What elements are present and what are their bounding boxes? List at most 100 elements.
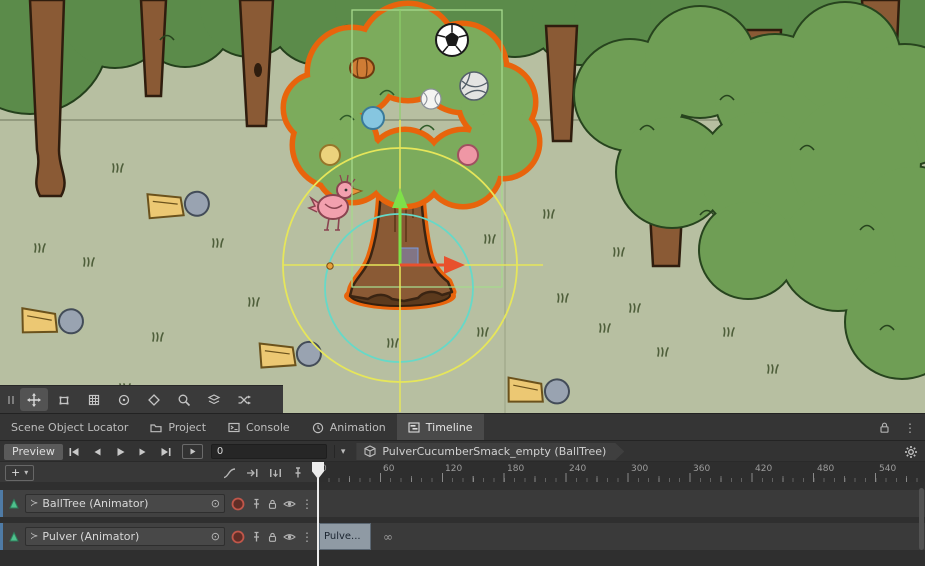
caret-down-icon: ▾ bbox=[24, 469, 28, 477]
volleyball[interactable] bbox=[460, 72, 488, 100]
ruler-major-ticks bbox=[318, 473, 925, 482]
lock-icon[interactable] bbox=[878, 421, 891, 434]
shuffle-tool-button[interactable] bbox=[230, 388, 258, 411]
tab-label: Console bbox=[246, 421, 290, 434]
preview-toggle-button[interactable]: Preview bbox=[4, 444, 63, 460]
ruler-label: 120 bbox=[445, 464, 462, 474]
lock-icon[interactable] bbox=[267, 531, 278, 543]
rect-tool-button[interactable] bbox=[50, 388, 78, 411]
scene-viewport[interactable] bbox=[0, 0, 925, 413]
previous-frame-button[interactable] bbox=[86, 443, 109, 460]
pink-ball[interactable] bbox=[458, 145, 478, 165]
tab-animation[interactable]: Animation bbox=[301, 414, 397, 441]
ruler-label: 60 bbox=[383, 464, 394, 474]
kebab-menu-icon[interactable]: ⋮ bbox=[904, 422, 916, 434]
lock-icon[interactable] bbox=[267, 498, 278, 510]
editor-window: Scene Object Locator Project Console Ani… bbox=[0, 0, 925, 566]
play-range-toggle-button[interactable] bbox=[182, 444, 203, 459]
infinite-clip-icon: ∞ bbox=[383, 523, 393, 550]
pin-icon[interactable] bbox=[251, 498, 262, 510]
track-header-balltree[interactable]: ≻ BallTree (Animator) ⊙ ⋮ bbox=[0, 490, 318, 517]
tab-scene-object-locator[interactable]: Scene Object Locator bbox=[0, 414, 139, 441]
ruler-label: 300 bbox=[631, 464, 648, 474]
ruler-label: 420 bbox=[755, 464, 772, 474]
record-button[interactable] bbox=[230, 529, 246, 545]
timeline-breadcrumb[interactable]: PulverCucumberSmack_empty (BallTree) bbox=[356, 443, 624, 460]
play-button[interactable] bbox=[109, 443, 132, 460]
console-icon bbox=[228, 422, 240, 433]
add-track-button[interactable]: + ▾ bbox=[5, 465, 34, 481]
animation-clip[interactable]: Pulve... bbox=[319, 523, 371, 550]
tab-label: Animation bbox=[330, 421, 386, 434]
add-label: + bbox=[11, 467, 20, 478]
object-picker-icon[interactable]: ⊙ bbox=[211, 531, 220, 542]
pivot-tool-button[interactable] bbox=[140, 388, 168, 411]
tab-label: Project bbox=[168, 421, 206, 434]
object-picker-icon[interactable]: ⊙ bbox=[211, 498, 220, 509]
toolbar-grip-icon[interactable] bbox=[3, 388, 18, 411]
tab-label: Timeline bbox=[426, 421, 473, 434]
gear-settings-icon[interactable] bbox=[904, 445, 918, 459]
go-to-start-button[interactable] bbox=[63, 443, 86, 460]
soccer-ball[interactable] bbox=[436, 24, 468, 56]
timeline-header: Preview 0 ▾ PulverCucumberSmack_empty (B… bbox=[0, 440, 925, 462]
ruler-label: 360 bbox=[693, 464, 710, 474]
timeline-ruler[interactable]: 0 60 120 180 240 300 360 420 480 540 bbox=[318, 462, 925, 482]
curves-view-icon[interactable] bbox=[223, 467, 236, 479]
eye-icon[interactable] bbox=[283, 499, 296, 509]
timeline-toolbar-row: + ▾ 0 60 120 180 240 300 bbox=[0, 461, 925, 482]
breadcrumb-label: PulverCucumberSmack_empty (BallTree) bbox=[382, 445, 606, 458]
tab-project[interactable]: Project bbox=[139, 414, 217, 441]
clip-label: Pulve... bbox=[324, 531, 361, 542]
ruler-label: 180 bbox=[507, 464, 524, 474]
yellow-ball[interactable] bbox=[320, 145, 340, 165]
rotate-tool-button[interactable] bbox=[110, 388, 138, 411]
track-kebab-icon[interactable]: ⋮ bbox=[301, 531, 313, 543]
binding-prefix-icon: ≻ bbox=[30, 532, 38, 542]
folder-icon bbox=[150, 422, 162, 433]
clock-icon bbox=[312, 422, 324, 434]
binding-prefix-icon: ≻ bbox=[30, 499, 38, 509]
pin-icon[interactable] bbox=[251, 531, 262, 543]
move-tool-button[interactable] bbox=[20, 388, 48, 411]
ruler-label: 240 bbox=[569, 464, 586, 474]
tab-timeline[interactable]: Timeline bbox=[397, 414, 484, 441]
timeline-icon bbox=[408, 422, 420, 433]
scene-view[interactable] bbox=[0, 0, 925, 413]
tab-console[interactable]: Console bbox=[217, 414, 301, 441]
next-frame-button[interactable] bbox=[132, 443, 155, 460]
tab-label: Scene Object Locator bbox=[11, 421, 128, 434]
blue-ball[interactable] bbox=[362, 107, 384, 129]
layers-tool-button[interactable] bbox=[200, 388, 228, 411]
ruler-label: 540 bbox=[879, 464, 896, 474]
playhead-line bbox=[317, 478, 319, 566]
go-to-end-button[interactable] bbox=[155, 443, 178, 460]
divider bbox=[334, 445, 335, 458]
ruler-label: 480 bbox=[817, 464, 834, 474]
pin-marker-icon[interactable] bbox=[292, 466, 304, 479]
baseball[interactable] bbox=[421, 89, 441, 109]
track-binding-field[interactable]: ≻ Pulver (Animator) ⊙ bbox=[25, 527, 225, 546]
track-lane-balltree[interactable] bbox=[319, 490, 925, 517]
animator-track-icon bbox=[8, 531, 20, 542]
cube-icon bbox=[364, 445, 376, 458]
track-binding-field[interactable]: ≻ BallTree (Animator) ⊙ bbox=[25, 494, 225, 513]
frame-options-caret-icon[interactable]: ▾ bbox=[341, 447, 346, 457]
track-lane-pulver[interactable] bbox=[319, 523, 925, 550]
frame-value: 0 bbox=[217, 446, 223, 457]
current-frame-field[interactable]: 0 bbox=[211, 444, 327, 459]
timeline-tracks-area: Pulve... ∞ ≻ BallTree (Animator) ⊙ ⋮ bbox=[0, 482, 925, 566]
pumpkin[interactable] bbox=[350, 58, 374, 78]
grid-tool-button[interactable] bbox=[80, 388, 108, 411]
search-tool-button[interactable] bbox=[170, 388, 198, 411]
marker-range-icon[interactable] bbox=[269, 467, 282, 479]
window-tab-bar: Scene Object Locator Project Console Ani… bbox=[0, 413, 925, 441]
clip-edit-mode-icon[interactable] bbox=[246, 467, 259, 479]
record-button[interactable] bbox=[230, 496, 246, 512]
eye-icon[interactable] bbox=[283, 532, 296, 542]
tracks-scrollbar[interactable] bbox=[919, 488, 924, 550]
preview-label: Preview bbox=[12, 445, 55, 458]
track-header-pulver[interactable]: ≻ Pulver (Animator) ⊙ ⋮ bbox=[0, 523, 318, 550]
scene-tool-strip bbox=[0, 385, 283, 413]
track-kebab-icon[interactable]: ⋮ bbox=[301, 498, 313, 510]
